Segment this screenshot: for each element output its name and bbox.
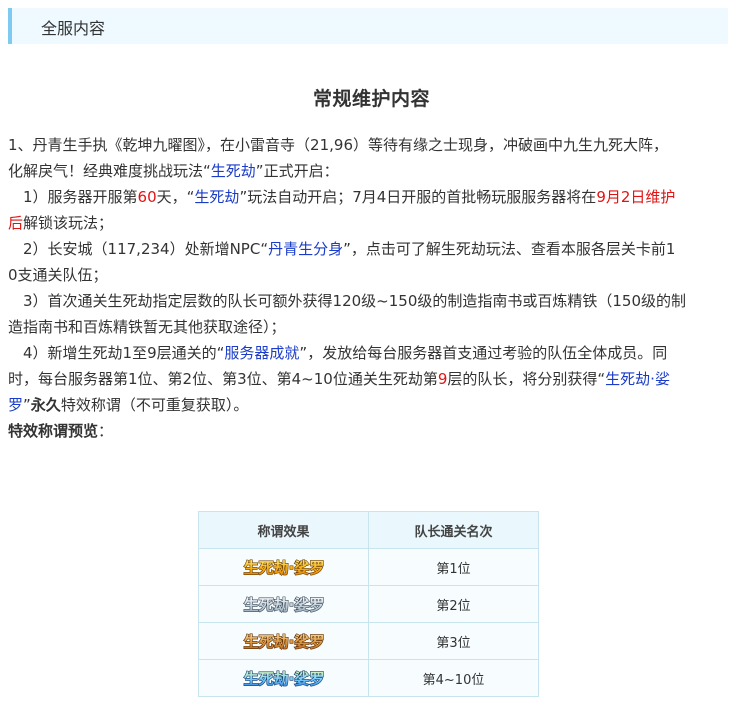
preview-heading: 特效称谓预览：: [8, 418, 730, 444]
title-badge-bronze: 生死劫·娑罗: [243, 632, 325, 651]
sub1-date: 9月2日维护: [596, 188, 676, 206]
rank-cell: 第1位: [368, 548, 539, 586]
table-row: 生死劫·娑罗 第2位: [198, 585, 539, 623]
sub4-line3: 罗”永久特效称谓（不可重复获取）。: [8, 392, 730, 418]
sub4-paragraph: 4）新增生死劫1至9层通关的“服务器成就”，发放给每台服务器首支通过考验的队伍全…: [8, 340, 730, 366]
sub4-line2-pre: 时，每台服务器第1位、第2位、第3位、第4~10位通关生死劫第: [8, 370, 438, 388]
badge-text: 生死劫·娑罗: [243, 559, 324, 577]
sub1-mid1: 天，“: [156, 188, 195, 206]
title-badge-blue: 生死劫·娑罗: [243, 669, 325, 688]
table-header-effect: 称谓效果: [198, 511, 369, 549]
sub2-pre: 2）长安城（117,234）处新增NPC“: [23, 240, 269, 258]
permanent-label: 永久: [30, 396, 61, 414]
sub3-line2: 造指南书和百炼精铁暂无其他获取途径）；: [8, 318, 286, 336]
sub1-line2-red: 后: [8, 214, 24, 232]
title-badge-gold: 生死劫·娑罗: [243, 558, 325, 577]
item1-paragraph: 1、丹青生手执《乾坤九曜图》，在小雷音寺（21,96）等待有缘之士现身，冲破画中…: [8, 132, 730, 184]
sub4-line2: 时，每台服务器第1位、第2位、第3位、第4~10位通关生死劫第9层的队长，将分别…: [8, 366, 730, 392]
announcement-body: 1、丹青生手执《乾坤九曜图》，在小雷音寺（21,96）等待有缘之士现身，冲破画中…: [8, 132, 730, 444]
sub4-pre: 4）新增生死劫1至9层通关的“: [23, 344, 225, 362]
preview-colon: ：: [98, 422, 114, 440]
sub1-paragraph: 1）服务器开服第60天，“生死劫”玩法自动开启；7月4日开服的首批畅玩服服务器将…: [8, 184, 730, 210]
table-row: 生死劫·娑罗 第3位: [198, 622, 539, 660]
achievement-link[interactable]: 服务器成就: [224, 344, 299, 362]
sub4-line2-red: 9: [437, 370, 448, 388]
rank-cell: 第2位: [368, 585, 539, 623]
sub1-line2-post: 解锁该玩法；: [23, 214, 114, 232]
sub2-post: ”，点击可了解生死劫玩法、查看本服各层关卡前1: [343, 240, 676, 258]
title-preview-table: 称谓效果 队长通关名次 生死劫·娑罗 第1位 生死劫·娑罗 第2位 生死劫·娑罗…: [198, 511, 539, 697]
badge-text: 生死劫·娑罗: [243, 670, 324, 688]
sub2-line2: 0支通关队伍；: [8, 266, 108, 284]
badge-cell: 生死劫·娑罗: [198, 622, 369, 660]
shengsijie-link[interactable]: 生死劫: [211, 162, 256, 180]
badge-text: 生死劫·娑罗: [243, 633, 324, 651]
badge-cell: 生死劫·娑罗: [198, 585, 369, 623]
table-header-rank: 队长通关名次: [368, 511, 539, 549]
page-title: 常规维护内容: [312, 88, 430, 110]
badge-cell: 生死劫·娑罗: [198, 548, 369, 586]
table-row: 生死劫·娑罗 第4~10位: [198, 659, 539, 697]
sub4-line3-post: 特效称谓（不可重复获取）。: [60, 396, 249, 414]
sub4-line3-mid: ”: [23, 396, 31, 414]
item1-line-a: 1、丹青生手执《乾坤九曜图》，在小雷音寺（21,96）等待有缘之士现身，冲破画中…: [8, 136, 668, 154]
sub4-post: ”，发放给每台服务器首支通过考验的队伍全体成员。同: [299, 344, 668, 362]
item1-line-b-pre: 化解戾气！经典难度挑战玩法“: [8, 162, 211, 180]
sub2-paragraph: 2）长安城（117,234）处新增NPC“丹青生分身”，点击可了解生死劫玩法、查…: [8, 236, 730, 262]
sub3-line1: 3）首次通关生死劫指定层数的队长可额外获得120级~150级的制造指南书或百炼精…: [23, 292, 687, 310]
sub1-mid2: ”玩法自动开启；7月4日开服的首批畅玩服服务器将在: [239, 188, 597, 206]
badge-cell: 生死劫·娑罗: [198, 659, 369, 697]
sub1-pre: 1）服务器开服第: [23, 188, 138, 206]
rank-cell: 第4~10位: [368, 659, 539, 697]
preview-label: 特效称谓预览: [8, 422, 99, 440]
section-header-label: 全服内容: [41, 19, 106, 38]
sub4-line2-post: 层的队长，将分别获得“: [447, 370, 606, 388]
section-header: 全服内容: [8, 8, 728, 44]
badge-text: 生死劫·娑罗: [243, 596, 324, 614]
rank-cell: 第3位: [368, 622, 539, 660]
item1-line-b-post: ”正式开启：: [255, 162, 339, 180]
title-link-part2[interactable]: 罗: [8, 396, 23, 414]
sub1-days: 60: [137, 188, 157, 206]
table-header-row: 称谓效果 队长通关名次: [198, 511, 539, 549]
sub1-shengsijie-link[interactable]: 生死劫: [194, 188, 239, 206]
title-badge-silver: 生死劫·娑罗: [243, 595, 325, 614]
npc-link[interactable]: 丹青生分身: [268, 240, 343, 258]
table-row: 生死劫·娑罗 第1位: [198, 548, 539, 586]
title-link-part1[interactable]: 生死劫·娑: [605, 370, 670, 388]
sub1-line2: 后解锁该玩法；: [8, 210, 730, 236]
